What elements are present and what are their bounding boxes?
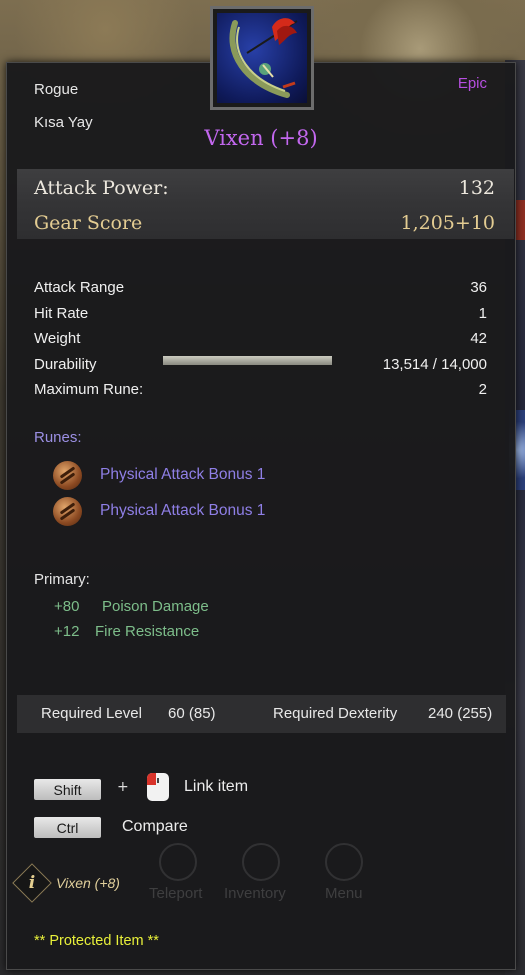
info-icon[interactable]: i <box>18 869 46 897</box>
primary-stat-row: +80 Poison Damage <box>54 598 209 615</box>
stat-label: Hit Rate <box>34 304 89 322</box>
teleport-ghost-icon <box>159 843 197 881</box>
durability-bar <box>163 356 332 365</box>
required-level-label: Required Level <box>41 705 142 722</box>
requirements-band: Required Level 60 (85) Required Dexterit… <box>17 695 506 733</box>
protected-item-label: ** Protected Item ** <box>34 933 159 949</box>
gear-score-row: Gear Score 1,205+10 <box>34 212 495 234</box>
gear-score-label: Gear Score <box>34 212 143 234</box>
primary-stat-value: +80 <box>54 598 80 615</box>
plus-sign: + <box>117 779 129 795</box>
item-class: Rogue <box>34 81 79 98</box>
required-level-value: 60 (85) <box>168 705 216 722</box>
rune-icon <box>53 460 82 490</box>
primary-stat-label: Fire Resistance <box>95 623 200 640</box>
stat-value: 36 <box>470 279 487 297</box>
primary-stat-value: +12 <box>54 623 80 640</box>
stat-value: 42 <box>470 330 487 348</box>
stat-value: 13,514 / 14,000 <box>382 355 487 373</box>
item-name: Vixen (+8) <box>204 126 318 150</box>
stat-row-attack-range: Attack Range 36 <box>34 275 487 301</box>
ctrl-key[interactable]: Ctrl <box>34 817 101 838</box>
stat-label: Durability <box>34 355 97 373</box>
compare-label: Compare <box>122 818 188 835</box>
rune-label: Physical Attack Bonus 1 <box>100 502 266 519</box>
primary-title: Primary: <box>34 571 90 588</box>
background-menu-teleport: Teleport <box>149 885 203 902</box>
menu-ghost-icon <box>325 843 363 881</box>
stat-row-hit-rate: Hit Rate 1 <box>34 301 487 327</box>
stat-value: 2 <box>478 381 487 399</box>
inventory-ghost-icon <box>242 843 280 881</box>
primary-stat-label: Poison Damage <box>102 598 209 615</box>
stat-label: Attack Range <box>34 279 125 297</box>
rune-slot[interactable]: Physical Attack Bonus 1 <box>53 495 265 527</box>
required-dex-label: Required Dexterity <box>273 705 398 722</box>
shift-key[interactable]: Shift <box>34 779 101 800</box>
item-rarity: Epic <box>457 75 487 92</box>
mouse-left-click-icon <box>147 773 169 801</box>
stat-row-maximum-rune: Maximum Rune: 2 <box>34 377 487 403</box>
runes-title: Runes: <box>34 429 82 446</box>
required-dex-value: 240 (255) <box>428 705 493 722</box>
background-menu-inventory: Inventory <box>224 885 286 902</box>
background-menu-menu: Menu <box>325 885 363 902</box>
link-item-label: Link item <box>184 778 249 795</box>
main-stats-band: Attack Power: 132 Gear Score 1,205+10 <box>17 169 514 239</box>
stat-value: 1 <box>478 304 487 322</box>
rune-icon <box>53 496 82 526</box>
stats-list: Attack Range 36 Hit Rate 1 Weight 42 Dur… <box>34 275 487 403</box>
rune-label: Physical Attack Bonus 1 <box>100 466 266 483</box>
stat-label: Maximum Rune: <box>34 381 144 399</box>
attack-power-row: Attack Power: 132 <box>34 177 495 199</box>
stat-row-weight: Weight 42 <box>34 326 487 352</box>
bow-item-icon <box>217 13 307 103</box>
gear-score-value: 1,205+10 <box>400 212 496 234</box>
footer-item-name: Vixen (+8) <box>56 875 120 891</box>
primary-stat-row: +12 Fire Resistance <box>54 623 199 640</box>
item-tooltip: Rogue Kısa Yay Epic Vixen (+8) Attack Po… <box>6 62 516 970</box>
stat-label: Weight <box>34 330 81 348</box>
item-icon-frame <box>210 6 314 110</box>
attack-power-label: Attack Power: <box>34 177 169 199</box>
rune-slot[interactable]: Physical Attack Bonus 1 <box>53 459 265 491</box>
attack-power-value: 132 <box>458 177 495 199</box>
